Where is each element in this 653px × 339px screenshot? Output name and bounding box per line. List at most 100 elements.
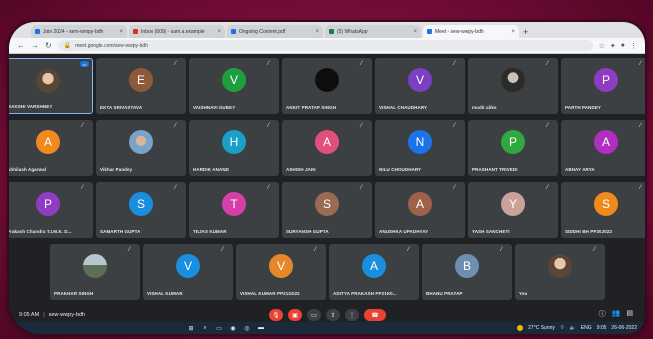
- mic-muted-icon: ⁄: [547, 185, 549, 191]
- people-icon[interactable]: 👥: [612, 309, 621, 319]
- extensions-icon[interactable]: ✦: [610, 42, 616, 50]
- captions-icon[interactable]: ▭: [307, 309, 321, 321]
- participant-tile[interactable]: S SAMARTH GUPTA ⁄: [96, 182, 186, 238]
- participant-tile[interactable]: A Abhilash Agarwal ⁄: [9, 120, 93, 176]
- star-icon[interactable]: ☆: [599, 42, 605, 50]
- participant-photo: [129, 130, 153, 154]
- participant-name: PRAKHAR SINGH: [54, 291, 94, 296]
- url-field[interactable]: 🔒 meet.google.com/sew-wwpy-bdh: [57, 40, 593, 51]
- close-icon[interactable]: ×: [315, 29, 319, 35]
- participant-avatar: S: [129, 192, 153, 216]
- meeting-code: sew-wwpy-bdh: [48, 312, 85, 318]
- address-bar-row: ← → ↻ 🔒 meet.google.com/sew-wwpy-bdh ☆ ✦…: [9, 38, 645, 54]
- present-icon[interactable]: ⇧: [326, 309, 340, 321]
- mic-muted-icon: ⁄: [408, 247, 410, 253]
- participant-tile[interactable]: A ASHISH JAIN ⁄: [282, 120, 372, 176]
- participant-tile[interactable]: V VISHAL KUMAR PP21G022 ⁄: [236, 244, 326, 300]
- mic-muted-icon: ⁄: [454, 61, 456, 67]
- profile-icon[interactable]: ●: [621, 42, 625, 50]
- tab-label: Join 2024 - sem-wmpy-bdh: [43, 28, 104, 35]
- close-icon[interactable]: ×: [413, 29, 417, 35]
- browser-tab[interactable]: Meet - sew-wwpy-bdh ×: [423, 25, 519, 38]
- end-call-icon[interactable]: ☎: [364, 309, 386, 321]
- participant-tile[interactable]: A ADITYA PRAKASH PP21K0... ⁄: [329, 244, 419, 300]
- participant-tile[interactable]: B BHANU PRATAP ⁄: [422, 244, 512, 300]
- volume-icon[interactable]: 🔈: [570, 325, 576, 331]
- close-icon[interactable]: ×: [511, 29, 515, 35]
- info-icon[interactable]: ⓘ: [599, 309, 606, 319]
- camera-off-icon[interactable]: ▣: [288, 309, 302, 321]
- menu-icon[interactable]: ⋮: [630, 42, 637, 50]
- participant-tile[interactable]: A ABHAY ARYA ⁄: [561, 120, 645, 176]
- options-icon[interactable]: •••: [80, 61, 89, 67]
- browser-tab[interactable]: (5) WhatsApp ×: [325, 25, 421, 38]
- participant-tile[interactable]: P Prakash Chandra T.I.M.E. D... ⁄: [9, 182, 93, 238]
- tab-favicon-icon: [133, 29, 138, 34]
- photo-frame: Join 2024 - sem-wmpy-bdh × Inbox (609) - s…: [0, 0, 653, 339]
- participant-name: VISHAL KUMAR PP21G022: [240, 291, 300, 296]
- browser-tab[interactable]: Join 2024 - sem-wmpy-bdh ×: [31, 25, 127, 38]
- participant-tile[interactable]: A ANUSHKA UPADHYAY ⁄: [375, 182, 465, 238]
- participant-name: TEJAS KUMAR: [193, 229, 227, 234]
- participant-tile[interactable]: V VAISHNAVI DUBEY ⁄: [189, 58, 279, 114]
- participant-tile[interactable]: V VISHAL CHAUDHARY ⁄: [375, 58, 465, 114]
- participant-tile[interactable]: P PARTH PANDEY ⁄: [561, 58, 645, 114]
- participant-name: VISHAL KUMAR: [147, 291, 183, 296]
- participant-name: BHANU PRATAP: [426, 291, 463, 296]
- participant-avatar: A: [362, 254, 386, 278]
- browser-tab[interactable]: Inbox (609) - sam.a.example ×: [129, 25, 225, 38]
- clock-time[interactable]: 9:05: [597, 325, 607, 331]
- participant-avatar: T: [222, 192, 246, 216]
- participant-tile[interactable]: You ⁄: [515, 244, 605, 300]
- participant-tile[interactable]: Y YASH SANCHETI ⁄: [468, 182, 558, 238]
- participant-avatar: P: [594, 68, 618, 92]
- edge-icon[interactable]: ◉: [229, 325, 237, 332]
- participant-tile[interactable]: N NILU CHOUDHARY ⁄: [375, 120, 465, 176]
- mic-muted-icon: ⁄: [268, 61, 270, 67]
- chrome-icon[interactable]: ◎: [243, 325, 251, 332]
- mic-muted-icon: ⁄: [82, 185, 84, 191]
- folder-icon[interactable]: ▬: [257, 325, 265, 332]
- meeting-time: 9:05 AM: [19, 312, 40, 318]
- back-icon[interactable]: ←: [17, 41, 25, 50]
- participant-tile[interactable]: E EKTA SRIVASTAVA ⁄: [96, 58, 186, 114]
- participant-name: ANUSHKA UPADHYAY: [379, 229, 429, 234]
- participant-tile[interactable]: Vikhar Pandey ⁄: [96, 120, 186, 176]
- close-icon[interactable]: ×: [119, 29, 123, 35]
- wifi-icon[interactable]: ⌔: [560, 325, 565, 331]
- participant-tile[interactable]: ANKIT PRATAP SINGH ⁄: [282, 58, 372, 114]
- language[interactable]: ENG: [581, 325, 592, 331]
- mic-muted-icon: ⁄: [361, 185, 363, 191]
- meeting-separator: |: [43, 312, 45, 318]
- participant-tile[interactable]: P PRASHANT TRIVEDI ⁄: [468, 120, 558, 176]
- browser-tabstrip: Join 2024 - sem-wmpy-bdh × Inbox (609) - s…: [9, 22, 645, 38]
- mic-muted-icon: ⁄: [222, 247, 224, 253]
- participant-tile[interactable]: S SIDDHI BH PP20J022 ⁄: [561, 182, 645, 238]
- participant-tile[interactable]: T TEJAS KUMAR ⁄: [189, 182, 279, 238]
- participant-tile[interactable]: mudit alike ⁄: [468, 58, 558, 114]
- reload-icon[interactable]: ↻: [45, 41, 52, 50]
- participant-name: PARTH PANDEY: [565, 105, 602, 110]
- clock-date[interactable]: 26-06-2022: [611, 325, 637, 331]
- participant-tile[interactable]: PRAKHAR SINGH ⁄: [50, 244, 140, 300]
- close-icon[interactable]: ×: [217, 29, 221, 35]
- mic-muted-icon: ⁄: [640, 185, 642, 191]
- participant-tile[interactable]: SAKSHI VARSHNEY •••: [9, 58, 93, 114]
- start-icon[interactable]: ⊞: [187, 325, 195, 332]
- participant-name: VAISHNAVI DUBEY: [193, 105, 236, 110]
- mic-muted-icon: ⁄: [454, 123, 456, 129]
- participant-tile[interactable]: S SURYANSH GUPTA ⁄: [282, 182, 372, 238]
- task-view-icon[interactable]: ▭: [215, 325, 223, 332]
- browser-tab[interactable]: Ongoing Content.pdf ×: [227, 25, 323, 38]
- participant-avatar: N: [408, 130, 432, 154]
- more-icon[interactable]: ⋮: [345, 309, 359, 321]
- participant-name: SAMARTH GUPTA: [100, 229, 141, 234]
- participant-tile[interactable]: V VISHAL KUMAR ⁄: [143, 244, 233, 300]
- participant-tile[interactable]: H HARDIK ANAND ⁄: [189, 120, 279, 176]
- search-icon[interactable]: ⌕: [201, 325, 209, 332]
- new-tab-button[interactable]: +: [523, 27, 528, 37]
- chat-icon[interactable]: ▤: [626, 309, 633, 319]
- forward-icon[interactable]: →: [31, 41, 39, 50]
- mic-off-icon[interactable]: 🎙: [269, 309, 283, 321]
- mic-muted-icon: ⁄: [640, 123, 642, 129]
